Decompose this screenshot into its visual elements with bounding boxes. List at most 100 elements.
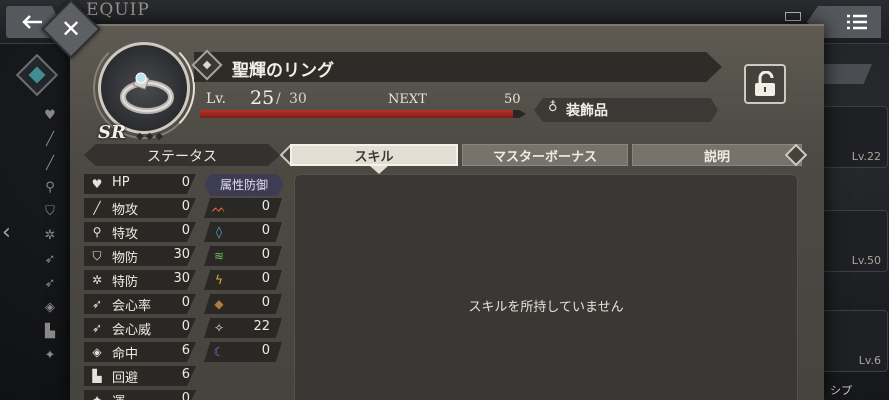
crit-damage-icon: ➶	[91, 321, 103, 335]
list-icon	[847, 14, 867, 30]
fire-icon: ᨓ	[211, 201, 227, 215]
stat-value: 0	[181, 295, 190, 310]
accuracy-icon: ◈	[92, 345, 102, 359]
stat-label: HP	[112, 175, 130, 190]
exp-bar-fill	[200, 110, 513, 118]
tab-skill[interactable]: スキル	[290, 144, 458, 166]
stat-value: 0	[181, 319, 190, 334]
sword-icon: ╱	[93, 201, 101, 215]
element-value: 0	[261, 247, 270, 262]
element-value: 0	[261, 223, 270, 238]
stat-row: ╱ 物攻 0	[84, 196, 196, 219]
level-separator: /	[276, 91, 281, 107]
stat-label: 物攻	[112, 203, 139, 218]
water-icon: ◊	[216, 225, 222, 239]
stat-label: 会心率	[112, 299, 152, 314]
stat-value: 0	[181, 223, 190, 238]
rarity-label: SR	[98, 122, 126, 143]
back-arrow-icon	[22, 15, 42, 29]
wind-icon: ≋	[213, 249, 225, 263]
crit-rate-icon: ➶	[91, 297, 103, 311]
stat-value: 30	[173, 247, 190, 262]
ring-icon	[120, 72, 174, 114]
prev-arrow-icon[interactable]: ‹	[2, 220, 11, 245]
battery-icon	[785, 12, 801, 21]
status-title: ステータス	[147, 149, 217, 165]
sword-icon: ╱	[46, 156, 54, 171]
stat-value: 0	[181, 199, 190, 214]
sword-icon: ╱	[46, 132, 54, 147]
star-icon: ✦	[44, 348, 56, 363]
accuracy-icon: ◈	[45, 300, 55, 315]
rarity-dots: ◆◆◆	[136, 131, 166, 142]
item-icon: SR ◆◆◆	[93, 37, 198, 143]
element-defense-header: 属性防御	[204, 174, 284, 196]
level-value: 25	[250, 87, 275, 109]
equipment-card[interactable]: Lv.6	[822, 310, 888, 372]
staff-icon: ⚲	[92, 225, 102, 239]
element-row: ☾ 0	[204, 340, 282, 363]
lightning-icon: ϟ	[215, 273, 223, 287]
corner-label: シプ	[830, 384, 852, 397]
element-row: ✧ 22	[204, 316, 282, 339]
heart-icon: ♥	[44, 108, 56, 123]
stat-label: 回避	[112, 371, 139, 386]
unlock-icon	[755, 71, 775, 96]
lock-button[interactable]	[744, 64, 786, 104]
stat-value: 30	[173, 271, 190, 286]
item-frame	[93, 37, 195, 139]
stat-label: 物防	[112, 251, 139, 266]
stat-value: 0	[181, 391, 190, 400]
level-label: Lv.	[206, 91, 226, 107]
stat-row: ➶ 会心率 0	[84, 292, 196, 315]
stat-row: ✦ 運 0	[84, 388, 196, 400]
element-value: 0	[261, 199, 270, 214]
element-row: ≋ 0	[204, 244, 282, 267]
stat-row: ◈ 命中 6	[84, 340, 196, 363]
stat-row: ✲ 特防 30	[84, 268, 196, 291]
skill-panel	[294, 174, 798, 400]
stat-label: 特防	[112, 275, 139, 290]
element-row: ◊ 0	[204, 220, 282, 243]
tab-description[interactable]: 説明	[632, 144, 802, 166]
screen-title: EQUIP	[86, 0, 150, 20]
equipment-card[interactable]: Lv.50	[822, 210, 888, 272]
stat-row: ➶ 会心威 0	[84, 316, 196, 339]
staff-icon: ⚲	[45, 180, 55, 195]
stat-row: ▙ 回避 6	[84, 364, 196, 387]
stat-label: 会心威	[112, 323, 152, 338]
element-row: ᨓ0	[204, 196, 282, 219]
close-icon: ✕	[60, 14, 82, 43]
stat-value: 0	[181, 175, 190, 190]
element-value: 0	[261, 295, 270, 310]
element-defense-label: 属性防御	[219, 178, 268, 192]
next-label: NEXT	[388, 92, 427, 107]
exp-bar	[200, 110, 526, 118]
empty-skill-message: スキルを所持していません	[468, 300, 624, 315]
category-label: 装飾品	[566, 103, 608, 119]
stat-label: 特攻	[112, 227, 139, 242]
element-row: ϟ0	[204, 268, 282, 291]
shield-icon: ⛉	[45, 204, 55, 219]
magic-shield-icon: ✲	[91, 273, 103, 287]
dark-icon: ☾	[213, 345, 225, 359]
equipment-card[interactable]: Lv.22	[822, 106, 888, 168]
shield-icon: ⛉	[92, 249, 102, 263]
stat-label: 命中	[112, 347, 139, 362]
item-detail-dialog: SR ◆◆◆ 聖輝のリング Lv. 25 / 30 NEXT 50 ♁ 装飾品 …	[70, 24, 824, 400]
stat-row: ⛉ 物防 30	[84, 244, 196, 267]
gear-icon: ✲	[44, 228, 56, 243]
element-value: 22	[253, 319, 270, 334]
category-badge	[534, 98, 718, 122]
stat-value: 6	[181, 367, 190, 382]
luck-icon: ✦	[91, 393, 103, 400]
element-row: ◆ 0	[204, 292, 282, 315]
stat-row: ♥ HP 0	[84, 172, 196, 195]
tab-master-bonus[interactable]: マスターボーナス	[462, 144, 628, 166]
ring-icon: ♁	[548, 100, 558, 115]
cursor-icon: ➶	[44, 252, 56, 267]
boot-icon: ▙	[45, 324, 55, 339]
cursor-icon: ➶	[44, 276, 56, 291]
stat-row: ⚲ 特攻 0	[84, 220, 196, 243]
stat-value: 6	[181, 343, 190, 358]
